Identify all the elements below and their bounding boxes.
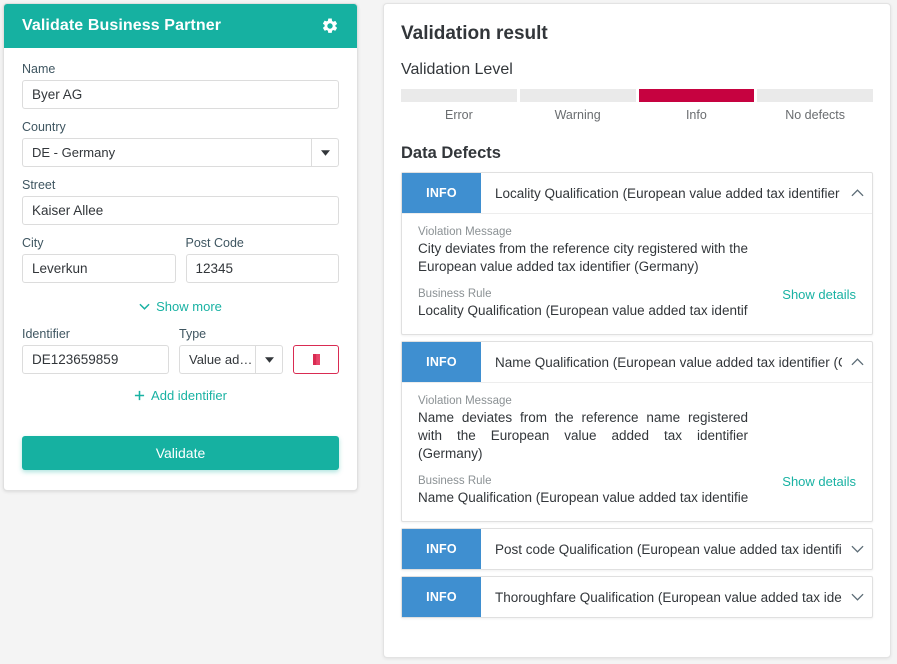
- data-defects-title: Data Defects: [401, 144, 873, 163]
- business-partner-form: Name Country DE - Germany Street City: [4, 48, 357, 490]
- delete-identifier-button[interactable]: [293, 345, 339, 374]
- chevron-down-icon[interactable]: [842, 577, 872, 617]
- status-badge: INFO: [402, 529, 481, 569]
- show-details-link[interactable]: Show details: [782, 287, 856, 302]
- defect-card: INFO Name Qualification (European value …: [401, 341, 873, 522]
- business-rule-text: Name Qualification (European value added…: [418, 489, 748, 507]
- defect-card: INFO Thoroughfare Qualification (Europea…: [401, 576, 873, 618]
- chevron-up-icon[interactable]: [842, 173, 872, 213]
- defect-header[interactable]: INFO Locality Qualification (European va…: [402, 173, 872, 213]
- country-select-value: DE - Germany: [22, 138, 311, 167]
- chevron-down-icon[interactable]: [255, 345, 283, 374]
- level-segment-bar: [757, 89, 873, 102]
- card-header: Validate Business Partner: [4, 4, 357, 48]
- country-select[interactable]: DE - Germany: [22, 138, 339, 167]
- level-segment-label: Info: [639, 102, 755, 122]
- chevron-down-icon: [139, 303, 150, 310]
- validation-result-title: Validation result: [401, 23, 873, 45]
- postcode-input[interactable]: [186, 254, 340, 283]
- show-more-label: Show more: [156, 299, 222, 314]
- city-field-group: City: [22, 236, 176, 283]
- defect-body: Violation Message City deviates from the…: [402, 213, 872, 334]
- name-field-group: Name: [22, 62, 339, 109]
- violation-message-text: City deviates from the reference city re…: [418, 240, 748, 276]
- validate-business-partner-card: Validate Business Partner Name Country D…: [3, 3, 358, 491]
- defect-header[interactable]: INFO Name Qualification (European value …: [402, 342, 872, 382]
- chevron-down-icon-glyph: [321, 150, 330, 156]
- level-segment-bar: [520, 89, 636, 102]
- level-segment-label: No defects: [757, 102, 873, 122]
- trash-icon: [311, 353, 322, 366]
- defect-title: Locality Qualification (European value a…: [481, 173, 842, 213]
- level-segment-label: Error: [401, 102, 517, 122]
- chevron-up-icon-glyph: [851, 189, 864, 197]
- defect-header[interactable]: INFO Thoroughfare Qualification (Europea…: [402, 577, 872, 617]
- business-rule-text: Locality Qualification (European value a…: [418, 302, 748, 320]
- chevron-down-icon-glyph: [265, 357, 274, 363]
- plus-icon: [134, 390, 145, 401]
- name-input[interactable]: [22, 80, 339, 109]
- level-segment-no-defects[interactable]: No defects: [757, 89, 873, 122]
- show-more-button[interactable]: Show more: [139, 299, 222, 314]
- level-segment-label: Warning: [520, 102, 636, 122]
- street-field-group: Street: [22, 178, 339, 225]
- identifier-label: Identifier: [22, 327, 169, 341]
- defect-title: Thoroughfare Qualification (European val…: [481, 577, 842, 617]
- app-root: Validate Business Partner Name Country D…: [0, 0, 897, 664]
- city-label: City: [22, 236, 176, 250]
- chevron-down-icon-glyph: [851, 545, 864, 553]
- level-segment-bar: [401, 89, 517, 102]
- violation-message-text: Name deviates from the reference name re…: [418, 409, 748, 463]
- validation-level-bar: Error Warning Info No defects: [401, 89, 873, 122]
- identifier-field-group: Identifier: [22, 327, 169, 374]
- type-field-group: Type Value ad…: [179, 327, 283, 374]
- identifier-input[interactable]: [22, 345, 169, 374]
- street-input[interactable]: [22, 196, 339, 225]
- show-more-row: Show more: [22, 297, 339, 315]
- defect-card: INFO Post code Qualification (European v…: [401, 528, 873, 570]
- chevron-down-icon[interactable]: [842, 529, 872, 569]
- validation-result-panel: Validation result Validation Level Error…: [383, 3, 891, 658]
- chevron-up-icon-glyph: [851, 358, 864, 366]
- level-segment-warning[interactable]: Warning: [520, 89, 636, 122]
- type-select-value: Value ad…: [179, 345, 255, 374]
- identifier-row: Identifier Type Value ad…: [22, 327, 339, 374]
- status-badge: INFO: [402, 342, 481, 382]
- level-segment-error[interactable]: Error: [401, 89, 517, 122]
- defect-header[interactable]: INFO Post code Qualification (European v…: [402, 529, 872, 569]
- name-label: Name: [22, 62, 339, 76]
- add-identifier-button[interactable]: Add identifier: [134, 388, 227, 403]
- gear-icon-glyph: [321, 17, 339, 35]
- page-title: Validate Business Partner: [22, 17, 221, 35]
- add-identifier-row: Add identifier: [22, 388, 339, 406]
- country-field-group: Country DE - Germany: [22, 120, 339, 167]
- status-badge: INFO: [402, 173, 481, 213]
- city-postcode-row: City Post Code: [22, 236, 339, 283]
- defect-title: Post code Qualification (European value …: [481, 529, 842, 569]
- chevron-down-icon-glyph: [851, 593, 864, 601]
- defect-card: INFO Locality Qualification (European va…: [401, 172, 873, 335]
- level-segment-bar: [639, 89, 755, 102]
- gear-icon[interactable]: [319, 15, 341, 37]
- level-segment-info[interactable]: Info: [639, 89, 755, 122]
- defect-body: Violation Message Name deviates from the…: [402, 382, 872, 521]
- violation-message-label: Violation Message: [418, 226, 856, 238]
- validate-button[interactable]: Validate: [22, 436, 339, 470]
- validation-level-label: Validation Level: [401, 61, 873, 79]
- type-label: Type: [179, 327, 283, 341]
- country-label: Country: [22, 120, 339, 134]
- add-identifier-label: Add identifier: [151, 388, 227, 403]
- postcode-field-group: Post Code: [186, 236, 340, 283]
- chevron-up-icon[interactable]: [842, 342, 872, 382]
- street-label: Street: [22, 178, 339, 192]
- status-badge: INFO: [402, 577, 481, 617]
- chevron-down-icon[interactable]: [311, 138, 339, 167]
- city-input[interactable]: [22, 254, 176, 283]
- postcode-label: Post Code: [186, 236, 340, 250]
- show-details-link[interactable]: Show details: [782, 474, 856, 489]
- type-select[interactable]: Value ad…: [179, 345, 283, 374]
- defect-title: Name Qualification (European value added…: [481, 342, 842, 382]
- violation-message-label: Violation Message: [418, 395, 856, 407]
